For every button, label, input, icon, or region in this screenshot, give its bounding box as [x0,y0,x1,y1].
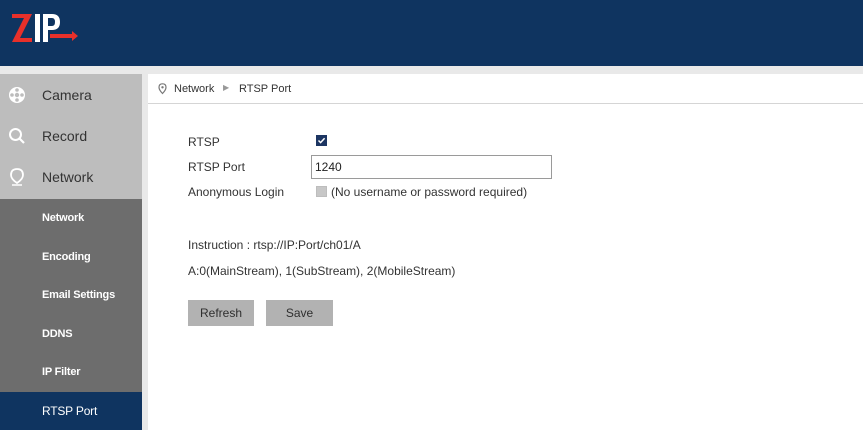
aperture-icon [8,86,26,104]
breadcrumb: Network ▶ RTSP Port [148,74,863,104]
anonymous-login-checkbox[interactable] [316,186,327,197]
search-icon [8,127,26,145]
anonymous-login-label: Anonymous Login [188,185,285,199]
instruction-text: Instruction : rtsp://IP:Port/ch01/A [188,238,361,252]
header-divider [0,66,863,74]
sidebar-item-label: Record [42,128,88,144]
breadcrumb-page: RTSP Port [239,83,292,95]
rtsp-port-label: RTSP Port [188,160,245,174]
sidebar-item-camera[interactable]: Camera [0,74,142,115]
breadcrumb-section[interactable]: Network [174,83,214,95]
top-header [0,0,863,66]
sidebar-item-network[interactable]: Network [0,156,142,197]
chevron-right-icon: ▶ [223,83,230,92]
submenu-item-rtsp-port[interactable]: RTSP Port [0,391,142,430]
submenu-item-encoding[interactable]: Encoding [0,238,142,277]
submenu-item-email-settings[interactable]: Email Settings [0,276,142,315]
refresh-button[interactable]: Refresh [188,300,254,326]
zip-logo [10,8,80,53]
anonymous-login-note: (No username or password required) [331,185,528,199]
sidebar: Camera Record Network Network Encoding E… [0,74,142,430]
rtsp-enable-checkbox[interactable] [316,135,327,146]
sidebar-item-record[interactable]: Record [0,115,142,156]
rtsp-settings-panel: RTSP RTSP Port Anonymous Login (No usern… [148,104,863,430]
save-button[interactable]: Save [266,300,333,326]
location-pin-icon [8,168,26,186]
sidebar-item-label: Network [42,169,94,185]
rtsp-port-input[interactable] [311,155,552,179]
submenu-item-ip-filter[interactable]: IP Filter [0,353,142,392]
submenu-item-ddns[interactable]: DDNS [0,315,142,354]
location-pin-icon [158,83,167,98]
stream-legend-text: A:0(MainStream), 1(SubStream), 2(MobileS… [188,264,456,278]
submenu-item-network[interactable]: Network [0,199,142,238]
sidebar-item-label: Camera [42,87,92,103]
network-submenu: Network Encoding Email Settings DDNS IP … [0,199,142,430]
rtsp-label: RTSP [188,135,220,149]
